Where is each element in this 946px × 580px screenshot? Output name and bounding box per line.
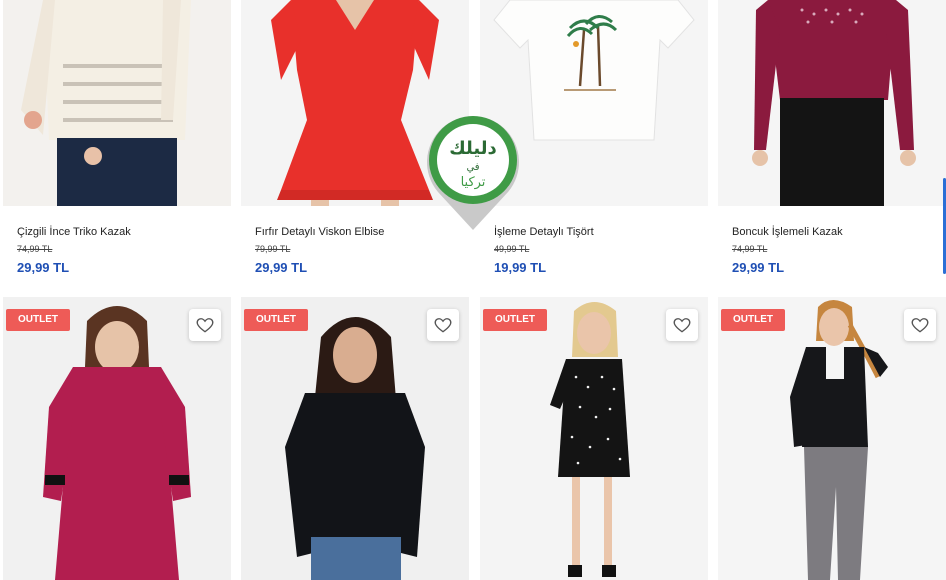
price: 29,99 TL xyxy=(732,260,785,275)
product-name[interactable]: Çizgili İnce Triko Kazak xyxy=(17,226,131,238)
old-price: 74,99 TL xyxy=(17,244,53,254)
watermark-logo: دليلك في تركيا xyxy=(426,114,520,232)
favorite-button[interactable] xyxy=(666,309,698,341)
heart-icon xyxy=(196,318,214,333)
favorite-button[interactable] xyxy=(904,309,936,341)
watermark-line1: دليلك xyxy=(449,138,496,159)
old-price: 49,99 TL xyxy=(494,244,530,254)
product-name[interactable]: Fırfır Detaylı Viskon Elbise xyxy=(255,226,384,238)
heart-icon xyxy=(434,318,452,333)
product-image[interactable] xyxy=(718,0,946,206)
product-card[interactable]: Çizgili İnce Triko Kazak 74,99 TL 29,99 … xyxy=(3,0,231,290)
watermark-line3: تركيا xyxy=(461,175,486,190)
product-grid: Çizgili İnce Triko Kazak 74,99 TL 29,99 … xyxy=(0,0,946,580)
heart-icon xyxy=(673,318,691,333)
product-card[interactable]: OUTLET xyxy=(718,297,946,580)
favorite-button[interactable] xyxy=(427,309,459,341)
outlet-badge: OUTLET xyxy=(6,309,70,331)
product-card[interactable]: OUTLET xyxy=(241,297,469,580)
product-name[interactable]: Boncuk İşlemeli Kazak xyxy=(732,226,843,238)
watermark-line2: في xyxy=(466,162,479,173)
price: 29,99 TL xyxy=(255,260,308,275)
outlet-badge: OUTLET xyxy=(721,309,785,331)
favorite-button[interactable] xyxy=(189,309,221,341)
heart-icon xyxy=(911,318,929,333)
product-card[interactable]: OUTLET xyxy=(3,297,231,580)
outlet-badge: OUTLET xyxy=(483,309,547,331)
price: 29,99 TL xyxy=(17,260,70,275)
product-card[interactable]: OUTLET xyxy=(480,297,708,580)
old-price: 79,99 TL xyxy=(255,244,291,254)
outlet-badge: OUTLET xyxy=(244,309,308,331)
product-card[interactable]: Boncuk İşlemeli Kazak 74,99 TL 29,99 TL xyxy=(718,0,946,290)
product-image[interactable] xyxy=(3,0,231,206)
price: 19,99 TL xyxy=(494,260,547,275)
old-price: 74,99 TL xyxy=(732,244,768,254)
